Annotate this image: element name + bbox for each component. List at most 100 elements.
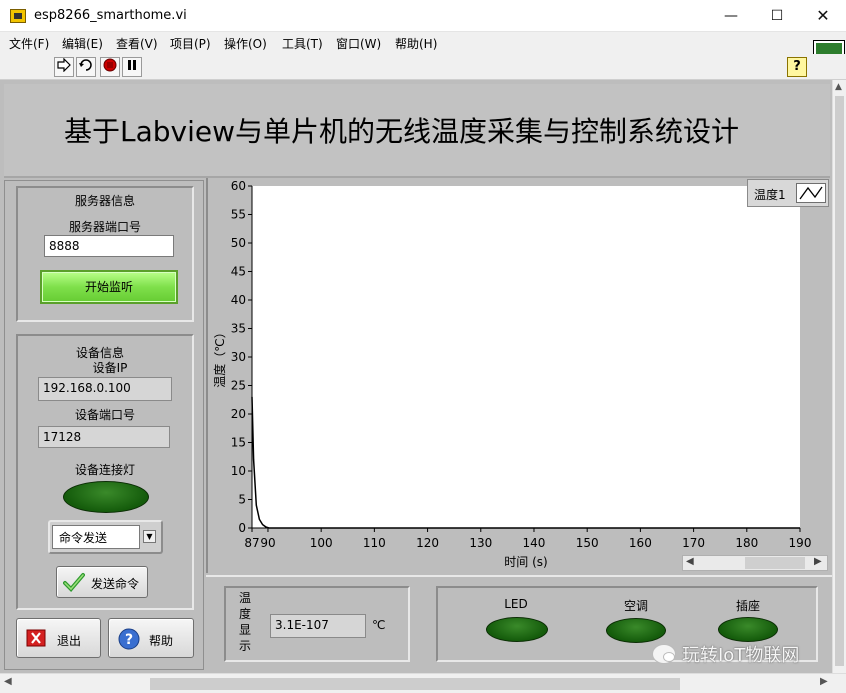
x-tick-label: 90 xyxy=(260,536,275,550)
checkmark-icon xyxy=(63,573,85,592)
y-tick-label: 45 xyxy=(231,265,246,279)
vertical-scrollbar[interactable]: ▲ xyxy=(832,80,846,673)
device-port-label: 设备端口号 xyxy=(74,408,135,422)
labview-vi-icon xyxy=(10,9,26,23)
context-help-button[interactable]: ? xyxy=(787,57,807,77)
x-tick-label: 150 xyxy=(576,536,599,550)
y-tick-label: 30 xyxy=(231,350,246,364)
run-continuously-icon[interactable] xyxy=(76,57,96,77)
header-banner: 基于Labview与单片机的无线温度采集与控制系统设计 xyxy=(4,84,830,178)
x-tick-label: 180 xyxy=(735,536,758,550)
close-icon xyxy=(26,629,46,647)
device-ip-label: 设备IP xyxy=(92,361,128,375)
x-axis-label: 时间 (s) xyxy=(504,555,547,569)
temp-label-char-4: 示 xyxy=(238,639,251,653)
y-tick-label: 0 xyxy=(238,521,246,535)
temp-label-char-1: 温 xyxy=(238,591,251,605)
y-tick-label: 55 xyxy=(231,208,246,222)
menu-window[interactable]: 窗口(W) xyxy=(336,35,381,52)
led-output-indicator xyxy=(486,617,548,642)
scroll-right-icon[interactable]: ▶ xyxy=(820,676,828,687)
menu-bar: 文件(F) 编辑(E) 查看(V) 项目(P) 操作(O) 工具(T) 窗口(W… xyxy=(0,32,846,54)
chevron-down-icon[interactable]: ▼ xyxy=(143,530,156,543)
abort-icon[interactable] xyxy=(100,57,120,77)
temp-label-char-2: 度 xyxy=(238,607,251,621)
horizontal-scrollbar[interactable]: ◀ ▶ xyxy=(0,673,846,693)
horizontal-scroll-thumb[interactable] xyxy=(150,678,680,690)
menu-project[interactable]: 项目(P) xyxy=(170,35,211,52)
x-tick-label: 140 xyxy=(523,536,546,550)
x-tick-label: 190 xyxy=(789,536,812,550)
temperature-chart: 0 5 10 15 20 25 30 35 40 45 50 55 60 87 90 100 110 120 130… xyxy=(212,179,812,569)
x-tick-label: 160 xyxy=(629,536,652,550)
server-info-label: 服务器信息 xyxy=(74,194,135,208)
start-listen-button[interactable]: 开始监听 xyxy=(40,270,178,304)
watermark: 玩转IoT物联网 xyxy=(652,640,799,668)
menu-file[interactable]: 文件(F) xyxy=(9,35,49,52)
exit-label: 退出 xyxy=(57,634,82,648)
temp-label-char-3: 显 xyxy=(238,623,251,637)
server-port-label: 服务器端口号 xyxy=(68,220,141,234)
y-axis-label: 温度（℃） xyxy=(212,326,227,387)
socket-output-label: 插座 xyxy=(735,599,760,613)
menu-help[interactable]: 帮助(H) xyxy=(395,35,437,52)
scroll-left-icon[interactable]: ◀ xyxy=(686,556,694,567)
menu-view[interactable]: 查看(V) xyxy=(116,35,158,52)
send-command-label: 发送命令 xyxy=(91,577,140,591)
ac-output-label: 空调 xyxy=(623,599,648,613)
send-command-button[interactable]: 发送命令 xyxy=(56,566,148,598)
vertical-scroll-thumb[interactable] xyxy=(835,96,844,666)
run-arrow-icon[interactable] xyxy=(54,57,74,77)
x-tick-label: 170 xyxy=(682,536,705,550)
y-tick-label: 10 xyxy=(231,464,246,478)
y-tick-label: 5 xyxy=(238,493,246,507)
y-tick-label: 40 xyxy=(231,293,246,307)
server-port-input[interactable]: 8888 xyxy=(44,235,174,257)
help-label: 帮助 xyxy=(149,634,174,648)
pause-icon[interactable] xyxy=(122,57,142,77)
connection-led xyxy=(63,481,149,513)
x-tick-label: 110 xyxy=(363,536,386,550)
temperature-unit: ℃ xyxy=(372,618,386,632)
title-bar: esp8266_smarthome.vi — ☐ ✕ xyxy=(0,0,846,32)
y-tick-label: 20 xyxy=(231,407,246,421)
minimize-button[interactable]: — xyxy=(708,0,754,32)
x-tick-label: 87 xyxy=(244,536,259,550)
series-line-1 xyxy=(251,396,800,529)
x-tick-label: 130 xyxy=(469,536,492,550)
exit-button[interactable]: 退出 xyxy=(16,618,101,658)
connection-led-label: 设备连接灯 xyxy=(74,463,135,477)
chart-scrollbar[interactable]: ◀ ▶ xyxy=(682,555,828,571)
x-tick-label: 120 xyxy=(416,536,439,550)
temperature-value: 3.1E-107 xyxy=(270,614,366,638)
page-title: 基于Labview与单片机的无线温度采集与控制系统设计 xyxy=(64,115,740,148)
chart-legend[interactable]: 温度1 xyxy=(747,179,829,207)
help-button[interactable]: ? 帮助 xyxy=(108,618,194,658)
y-tick-label: 50 xyxy=(231,236,246,250)
menu-edit[interactable]: 编辑(E) xyxy=(62,35,103,52)
chart-scroll-thumb[interactable] xyxy=(745,557,805,569)
maximize-button[interactable]: ☐ xyxy=(754,0,800,32)
menu-operate[interactable]: 操作(O) xyxy=(224,35,267,52)
y-tick-label: 25 xyxy=(231,379,246,393)
device-ip-value: 192.168.0.100 xyxy=(38,377,172,401)
legend-line-swatch xyxy=(796,183,826,203)
window-title: esp8266_smarthome.vi xyxy=(34,8,187,23)
svg-text:?: ? xyxy=(125,632,133,648)
scroll-left-icon[interactable]: ◀ xyxy=(4,676,12,687)
socket-output-indicator xyxy=(718,617,778,642)
menu-tools[interactable]: 工具(T) xyxy=(282,35,323,52)
scroll-right-icon[interactable]: ▶ xyxy=(814,556,822,567)
toolbar xyxy=(0,54,846,80)
command-select[interactable]: 命令发送 xyxy=(52,525,140,549)
scroll-up-icon[interactable]: ▲ xyxy=(835,82,842,92)
y-tick-label: 60 xyxy=(231,179,246,193)
question-icon: ? xyxy=(118,628,140,650)
close-button[interactable]: ✕ xyxy=(800,0,846,32)
x-tick-label: 100 xyxy=(310,536,333,550)
y-tick-label: 35 xyxy=(231,322,246,336)
led-output-label: LED xyxy=(504,597,528,611)
wechat-icon xyxy=(652,644,676,664)
watermark-text: 玩转IoT物联网 xyxy=(682,645,800,666)
device-port-value: 17128 xyxy=(38,426,170,448)
